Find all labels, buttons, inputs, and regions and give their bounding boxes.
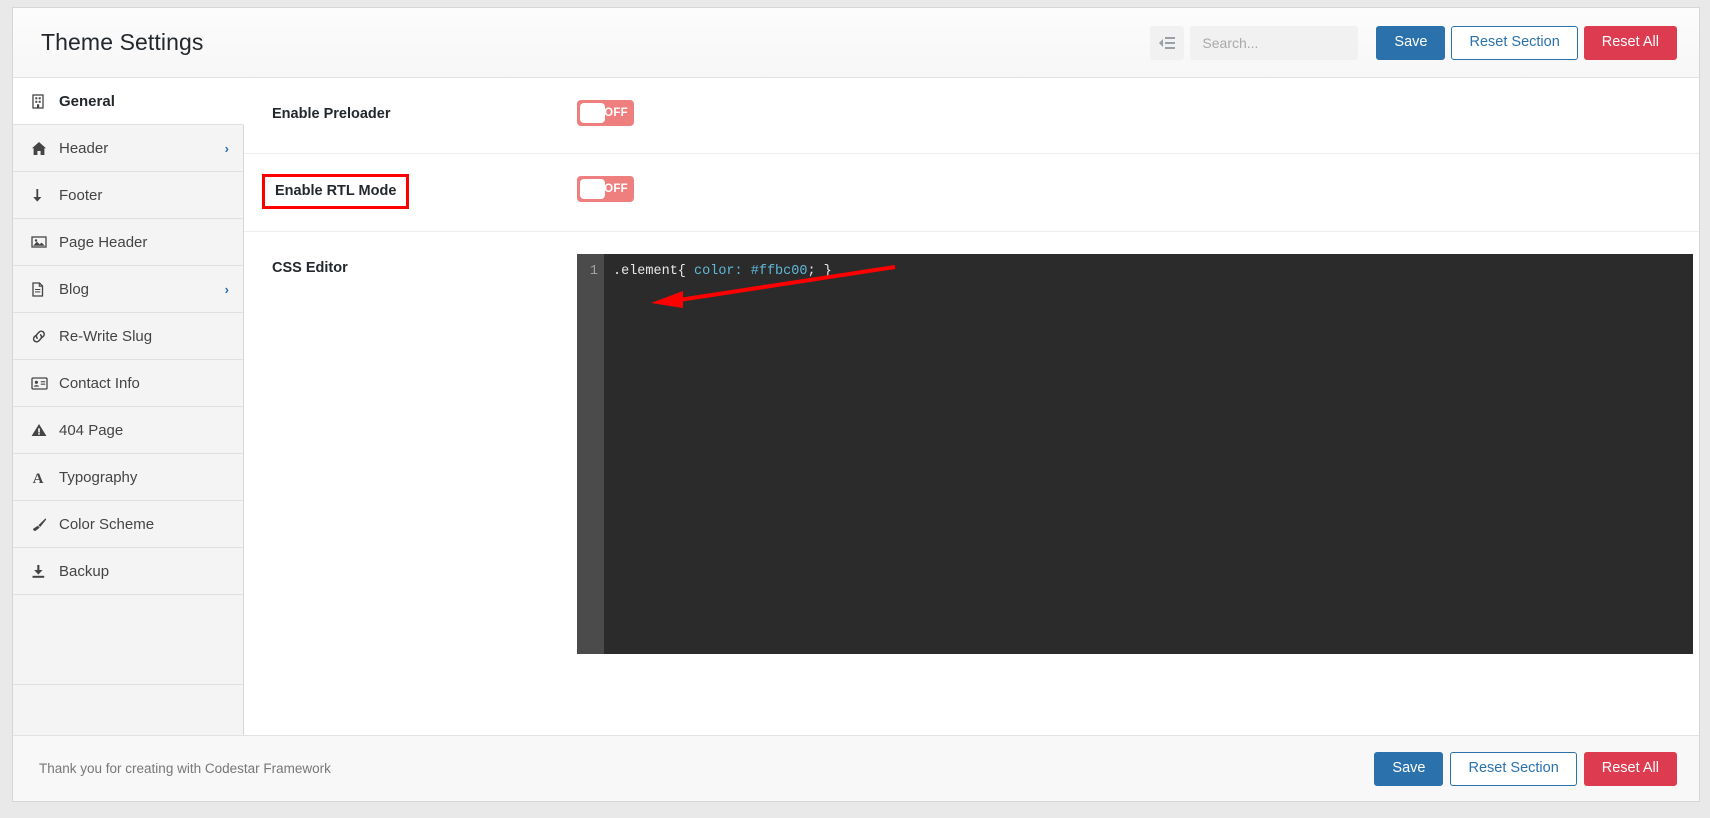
- code-text-area[interactable]: .element{ color: #ffbc00; }: [604, 254, 1693, 654]
- code-property: color:: [685, 264, 743, 279]
- sidebar-item-contact-info[interactable]: Contact Info: [13, 360, 243, 407]
- code-line-numbers: 1: [577, 254, 604, 654]
- field-title-wrap: Enable Preloader: [272, 100, 577, 122]
- sidebar-item-label: Color Scheme: [59, 515, 155, 533]
- field-label-css-editor: CSS Editor: [272, 260, 348, 276]
- footer-save-button[interactable]: Save: [1374, 751, 1444, 786]
- field-label-enable-rtl-mode: Enable RTL Mode: [262, 174, 410, 209]
- css-code-editor[interactable]: 1 .element{ color: #ffbc00; }: [577, 254, 1693, 654]
- image-icon: [31, 235, 52, 249]
- code-terminator: ; }: [807, 264, 832, 279]
- page-title: Theme Settings: [41, 29, 204, 55]
- field-body: 1 .element{ color: #ffbc00; }: [577, 254, 1693, 654]
- footer-toolbar: Save Reset Section Reset All: [1374, 751, 1677, 786]
- header-toolbar: Save Reset Section Reset All: [1150, 25, 1683, 60]
- toggle-enable-rtl-mode[interactable]: OFF: [577, 176, 634, 202]
- sidebar-item-label: Page Header: [59, 233, 148, 251]
- field-title-wrap: CSS Editor: [272, 254, 577, 276]
- sidebar-item-label: Blog: [59, 280, 90, 298]
- code-value: #ffbc00: [742, 264, 808, 279]
- field-body: OFF: [577, 176, 1671, 207]
- indent-list-icon[interactable]: [1150, 25, 1185, 60]
- sidebar-item-page-header[interactable]: Page Header: [13, 219, 243, 266]
- building-icon: [31, 93, 52, 109]
- sidebar-item-re-write-slug[interactable]: Re-Write Slug: [13, 313, 243, 360]
- sidebar-item-blog[interactable]: Blog ›: [13, 266, 243, 313]
- chevron-right-icon: ›: [224, 140, 229, 156]
- page-footer: Thank you for creating with Codestar Fra…: [13, 735, 1699, 801]
- sidebar-item-color-scheme[interactable]: Color Scheme: [13, 501, 243, 548]
- toggle-knob: [580, 179, 605, 199]
- field-body: OFF: [577, 100, 1671, 131]
- indent-list-glyph: [1159, 36, 1176, 49]
- code-selector: .element{: [613, 264, 686, 279]
- sidebar-item-general[interactable]: General: [13, 78, 244, 125]
- sidebar-item-label: 404 Page: [59, 421, 124, 439]
- sidebar-item-label: Backup: [59, 562, 110, 580]
- field-enable-preloader: Enable Preloader OFF: [244, 78, 1699, 154]
- footer-reset-section-button[interactable]: Reset Section: [1450, 751, 1577, 786]
- toggle-knob: [580, 103, 605, 123]
- sidebar-item-label: Header: [59, 139, 109, 157]
- font-icon: A: [31, 470, 52, 485]
- home-icon: [31, 141, 52, 156]
- sidebar-filler: [13, 595, 243, 685]
- sidebar-item-backup[interactable]: Backup: [13, 548, 243, 595]
- header-save-button[interactable]: Save: [1376, 25, 1446, 60]
- arrow-down-icon: [31, 188, 52, 203]
- field-label-enable-preloader: Enable Preloader: [272, 106, 391, 122]
- sidebar-item-label: Typography: [59, 468, 138, 486]
- paintbrush-icon: [31, 517, 52, 532]
- toggle-enable-preloader[interactable]: OFF: [577, 100, 634, 126]
- download-icon: [31, 564, 52, 579]
- link-icon: [31, 329, 52, 344]
- warning-icon: [31, 423, 52, 437]
- id-card-icon: [31, 376, 52, 390]
- sidebar-item-404-page[interactable]: 404 Page: [13, 407, 243, 454]
- search-input[interactable]: [1190, 25, 1359, 60]
- header-reset-section-button[interactable]: Reset Section: [1451, 25, 1578, 60]
- sidebar-item-label: Contact Info: [59, 374, 140, 392]
- sidebar-item-header[interactable]: Header ›: [13, 125, 243, 172]
- footer-reset-all-button[interactable]: Reset All: [1583, 751, 1677, 786]
- file-icon: [31, 281, 52, 297]
- toggle-state-label: OFF: [604, 183, 628, 195]
- settings-sidebar: General Header › Footer Page Header Blog…: [13, 78, 244, 735]
- sidebar-item-typography[interactable]: A Typography: [13, 454, 243, 501]
- page-body: General Header › Footer Page Header Blog…: [13, 78, 1699, 735]
- header-reset-all-button[interactable]: Reset All: [1583, 25, 1677, 60]
- settings-content: Enable Preloader OFF Enable RTL Mode OFF…: [244, 78, 1699, 735]
- theme-settings-window: Theme Settings Save Reset Section Reset …: [12, 7, 1700, 802]
- field-title-wrap: Enable RTL Mode: [262, 174, 577, 209]
- field-enable-rtl-mode: Enable RTL Mode OFF: [244, 154, 1699, 232]
- sidebar-item-label: Re-Write Slug: [59, 327, 153, 345]
- field-css-editor: CSS Editor 1 .element{ color: #ffbc00; }: [244, 232, 1699, 676]
- chevron-right-icon: ›: [224, 281, 229, 297]
- sidebar-item-label: General: [59, 92, 115, 110]
- sidebar-item-label: Footer: [59, 186, 103, 204]
- page-header: Theme Settings Save Reset Section Reset …: [13, 8, 1699, 78]
- svg-text:A: A: [33, 471, 44, 485]
- sidebar-item-footer[interactable]: Footer: [13, 172, 243, 219]
- footer-credit-text: Thank you for creating with Codestar Fra…: [39, 761, 331, 776]
- toggle-state-label: OFF: [604, 107, 628, 119]
